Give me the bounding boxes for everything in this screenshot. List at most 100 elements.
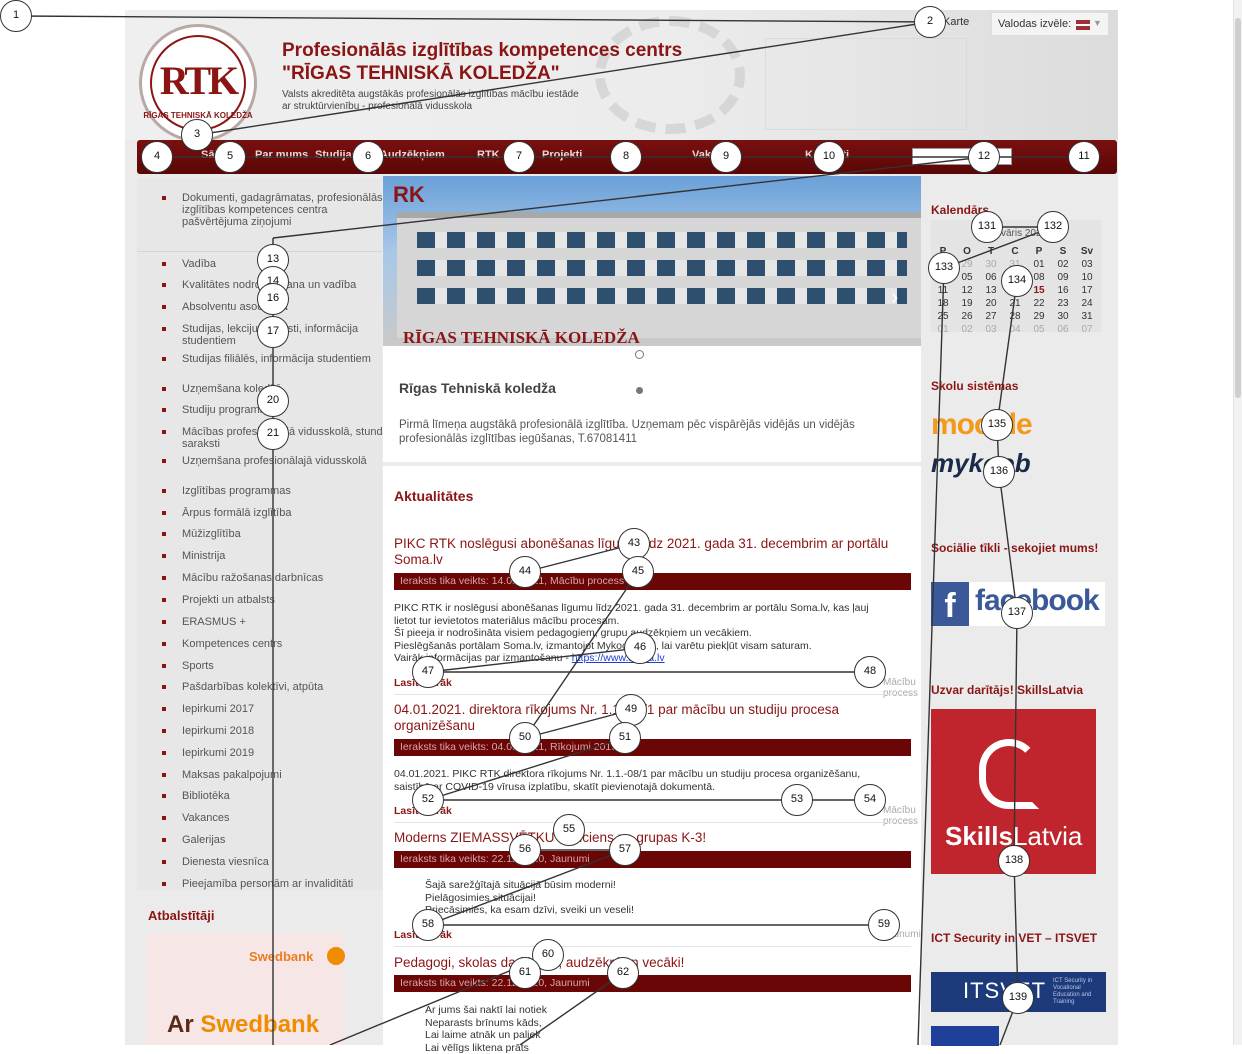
bullet-icon [162, 532, 166, 536]
swedbank-banner[interactable]: Swedbank Ar Swedbank [147, 933, 343, 1045]
calendar-day[interactable]: 19 [955, 298, 979, 309]
calendar-day[interactable]: 09 [1051, 272, 1075, 283]
calendar-day[interactable]: 03 [979, 324, 1003, 335]
calendar-day[interactable]: 03 [1075, 259, 1099, 270]
bullet-icon [162, 489, 166, 493]
calendar-day[interactable]: 06 [979, 272, 1003, 283]
calendar-day[interactable]: 07 [1075, 324, 1099, 335]
menu-item-documents[interactable]: Dokumenti, gadagrāmatas, profesionālās i… [182, 192, 392, 228]
bullet-icon [162, 357, 166, 361]
eu-flag-icon[interactable] [931, 1026, 999, 1046]
calendar-day[interactable]: 18 [931, 298, 955, 309]
gear-decoration [595, 16, 745, 134]
menu-item-projects[interactable]: Projekti un atbalsts [182, 594, 392, 606]
calendar-day[interactable]: 12 [955, 285, 979, 296]
calendar-day[interactable]: 24 [1075, 298, 1099, 309]
menu-item-sports[interactable]: Sports [182, 660, 392, 672]
page-margin-left [0, 0, 125, 1045]
menu-item-workshops[interactable]: Mācību ražošanas darbnīcas [182, 572, 392, 584]
annotation-marker: 10 [813, 141, 845, 173]
calendar-day[interactable]: 29 [1027, 311, 1051, 322]
calendar-day[interactable]: 26 [955, 311, 979, 322]
menu-item-leisure[interactable]: Pašdarbības kolektīvi, atpūta [182, 681, 392, 693]
annotation-marker: 52 [412, 784, 444, 816]
menu-item-nonformal[interactable]: Ārpus formālā izglītība [182, 507, 392, 519]
weekday: T [979, 246, 1003, 257]
slider-dot[interactable] [635, 350, 644, 359]
calendar-day[interactable]: 28 [1003, 311, 1027, 322]
calendar-day[interactable]: 05 [1027, 324, 1051, 335]
calendar-month[interactable]: Janvāris 2021 [931, 228, 1101, 239]
calendar-day[interactable]: 02 [955, 324, 979, 335]
language-selector[interactable]: Valodas izvēle: ▼ [991, 12, 1109, 36]
calendar-day[interactable]: 22 [1027, 298, 1051, 309]
menu-item-procurement-2018[interactable]: Iepirkumi 2018 [182, 725, 392, 737]
calendar-day[interactable]: 21 [1003, 298, 1027, 309]
post-meta-text: Ieraksts tika veikts: 04.01.2021, Rīkoju… [400, 741, 617, 753]
menu-item-library[interactable]: Bibliotēka [182, 790, 392, 802]
nav-item-about[interactable]: Par mums [255, 149, 308, 161]
annotation-marker: 59 [868, 909, 900, 941]
post-title[interactable]: Pedagogi, skolas darbinieki, audzēkņi un… [394, 955, 894, 971]
nav-item-projects[interactable]: Projekti [542, 149, 582, 161]
annotation-marker: 45 [622, 556, 654, 588]
calendar-day[interactable]: 27 [979, 311, 1003, 322]
calendar-day[interactable]: 17 [1075, 285, 1099, 296]
slide-title: Rīgas Tehniskā koledža [399, 380, 556, 396]
sitemap-link[interactable]: Karte [943, 16, 969, 28]
menu-item-lifelong[interactable]: Mūžizglītība [182, 528, 392, 540]
calendar-day[interactable]: 25 [931, 311, 955, 322]
calendar-day[interactable]: 02 [1051, 259, 1075, 270]
post-category[interactable]: Mācību process [883, 805, 921, 827]
annotation-marker: 43 [618, 528, 650, 560]
menu-item-paid-services[interactable]: Maksas pakalpojumi [182, 769, 392, 781]
menu-item-erasmus[interactable]: ERASMUS + [182, 616, 392, 628]
slider-next-arrow-icon[interactable]: › [891, 284, 898, 310]
menu-item-admission-school[interactable]: Uzņemšana profesionālajā vidusskolā [182, 455, 392, 467]
menu-item-branches[interactable]: Studijas filiālēs, informācija studentie… [182, 353, 392, 365]
calendar-day[interactable]: 20 [979, 298, 1003, 309]
slider-dot-active[interactable] [636, 387, 643, 394]
menu-item-dormitory[interactable]: Dienesta viesnīca [182, 856, 392, 868]
annotation-marker: 137 [1001, 597, 1033, 629]
browser-scrollbar[interactable] [1233, 0, 1242, 1045]
calendar-day[interactable]: 13 [979, 285, 1003, 296]
calendar-day[interactable]: 16 [1051, 285, 1075, 296]
latvian-flag-icon [1076, 20, 1090, 30]
latvia-word: Latvia [1013, 821, 1082, 851]
menu-item-procurement-2019[interactable]: Iepirkumi 2019 [182, 747, 392, 759]
calendar-day[interactable]: 01 [931, 324, 955, 335]
calendar-day[interactable]: 11 [931, 285, 955, 296]
nav-item-students[interactable]: Audzēkņiem [380, 149, 445, 161]
site-header: RTK RĪGAS TEHNISKĀ KOLEDŽA Profesionālās… [125, 10, 1118, 140]
calendar-day[interactable]: 10 [1075, 272, 1099, 283]
post-category[interactable]: Mācību process [883, 677, 921, 699]
calendar-day[interactable]: 30 [979, 259, 1003, 270]
menu-item-label: Ārpus formālā izglītība [182, 507, 291, 519]
menu-item-education-programs[interactable]: Izglītības programmas [182, 485, 392, 497]
calendar-day[interactable]: 04 [1003, 324, 1027, 335]
calendar-day[interactable]: 06 [1051, 324, 1075, 335]
bullet-icon [162, 860, 166, 864]
annotation-marker: 135 [981, 409, 1013, 441]
menu-item-accessibility[interactable]: Pieejamība personām ar invaliditāti [182, 878, 392, 890]
hero-slider[interactable]: RĪGAS TEHNISKĀ KOLEDŽA RK › [383, 176, 921, 346]
menu-item-competence-center[interactable]: Kompetences centrs [182, 638, 392, 650]
calendar-day[interactable]: 31 [1075, 311, 1099, 322]
nav-item-rtk[interactable]: RTK [477, 149, 500, 161]
calendar-day[interactable]: 30 [1051, 311, 1075, 322]
menu-item-vacancies[interactable]: Vakances [182, 812, 392, 824]
swedbank-oak-icon [327, 947, 345, 965]
menu-item-label: Bibliotēka [182, 790, 230, 802]
annotation-marker: 12 [968, 141, 1000, 173]
calendar-day[interactable]: 23 [1051, 298, 1075, 309]
menu-item-ministry[interactable]: Ministrija [182, 550, 392, 562]
menu-item-galleries[interactable]: Galerijas [182, 834, 392, 846]
bullet-icon [162, 459, 166, 463]
post-title[interactable]: Moderns ZIEMASSVĒTKU sveiciens no grupas… [394, 830, 894, 846]
language-label: Valodas izvēle: [998, 18, 1071, 30]
bullet-icon [162, 729, 166, 733]
menu-item-procurement-2017[interactable]: Iepirkumi 2017 [182, 703, 392, 715]
calendar-day[interactable]: 01 [1027, 259, 1051, 270]
scrollbar-thumb[interactable] [1235, 18, 1241, 398]
